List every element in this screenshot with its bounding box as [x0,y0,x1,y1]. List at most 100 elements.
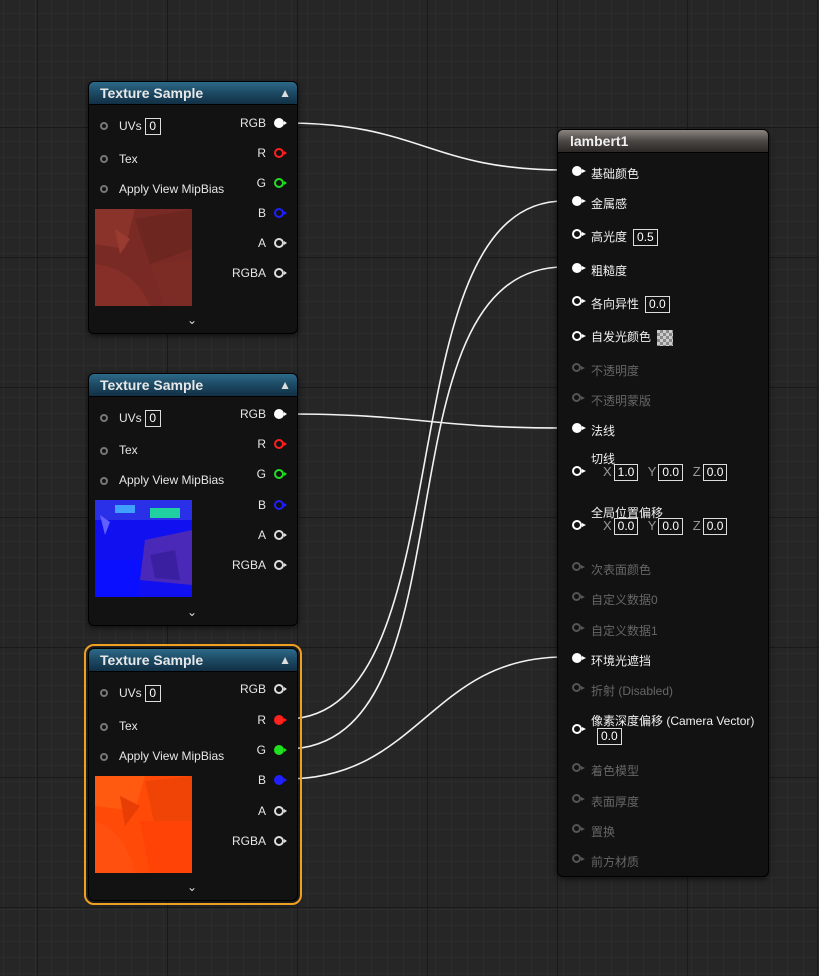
collapse-up-icon[interactable]: ▲ [279,649,291,671]
tex-input-pin[interactable] [100,447,108,455]
anisotropy-label-text: 各向异性 [591,297,640,311]
g-output-pin[interactable] [274,469,287,479]
b-output-pin[interactable] [274,208,287,218]
r-output-pin[interactable] [274,715,287,725]
opacity-mask-label: 不透明蒙版 [591,394,652,408]
wire-rgb-to-normal [285,413,565,429]
wpo-z-label: Z [692,518,701,533]
collapse-up-icon[interactable]: ▲ [279,374,291,396]
uvs-value-field[interactable]: 0 [144,685,161,702]
g-output-pin[interactable] [274,178,287,188]
wpo-vector-fields: X 0.0 Y 0.0 Z 0.0 [603,518,733,535]
wire-r-to-metallic [285,200,565,720]
uvs-input-pin[interactable] [100,414,108,422]
b-output-label: B [257,498,266,512]
anisotropy-input-pin[interactable] [572,296,586,306]
specular-value-field[interactable]: 0.5 [633,229,658,246]
mipbias-input-pin[interactable] [100,477,108,485]
opacity-label: 不透明度 [591,364,640,378]
tex-label: Tex [119,152,138,166]
expand-chevron-icon[interactable]: ⌄ [187,605,197,619]
normal-input-pin[interactable] [572,423,586,433]
rgb-output-label: RGB [239,116,266,130]
metallic-label: 金属感 [591,197,628,211]
r-output-pin[interactable] [274,148,287,158]
node-header[interactable]: Texture Sample ▲ [89,82,297,105]
wire-rgb-to-base-color [285,122,565,171]
wpo-input-pin[interactable] [572,520,586,530]
shading-model-label: 着色模型 [591,764,640,778]
a-output-pin[interactable] [274,806,287,816]
node-header[interactable]: Texture Sample ▲ [89,649,297,672]
g-output-label: G [256,743,266,757]
tex-input-pin[interactable] [100,723,108,731]
tangent-x-field[interactable]: 1.0 [613,464,639,481]
collapse-up-icon[interactable]: ▲ [279,82,291,104]
b-output-pin[interactable] [274,500,287,510]
base-color-label: 基础颜色 [591,167,640,181]
rgba-output-pin[interactable] [274,560,287,570]
ao-input-pin[interactable] [572,653,586,663]
rgb-output-label: RGB [239,407,266,421]
uvs-value-field[interactable]: 0 [144,410,161,427]
rgba-output-pin[interactable] [274,836,287,846]
roughness-input-pin[interactable] [572,263,586,273]
a-output-pin[interactable] [274,530,287,540]
mipbias-input-pin[interactable] [100,185,108,193]
wpo-x-field[interactable]: 0.0 [613,518,639,535]
rgb-output-pin[interactable] [274,118,287,128]
pdo-value-field[interactable]: 0.0 [597,728,622,745]
g-output-pin[interactable] [274,745,287,755]
tangent-x-label: X [603,464,612,479]
shading-model-input-pin [572,763,585,772]
b-output-pin[interactable] [274,775,287,785]
expand-chevron-icon[interactable]: ⌄ [187,880,197,894]
anisotropy-label: 各向异性 0.0 [591,295,670,313]
texture-sample-node-3[interactable]: Texture Sample ▲ UVs 0 Tex Apply View Mip… [84,644,302,905]
b-output-label: B [257,206,266,220]
refraction-input-pin [572,683,585,692]
rgb-output-pin[interactable] [274,409,287,419]
r-output-pin[interactable] [274,439,287,449]
emissive-color-swatch[interactable] [657,329,674,346]
uvs-input-pin[interactable] [100,122,108,130]
tangent-z-field[interactable]: 0.0 [702,464,728,481]
node-title: Texture Sample [100,652,204,668]
rgba-output-pin[interactable] [274,268,287,278]
displacement-input-pin [572,824,585,833]
uvs-label: UVs [119,119,142,133]
tangent-y-field[interactable]: 0.0 [658,464,684,481]
tex-input-pin[interactable] [100,155,108,163]
material-node-lambert1[interactable]: lambert1 基础颜色 金属感 高光度 0.5 粗糙度 各向异性 0.0 自发光… [557,129,769,877]
tangent-input-pin[interactable] [572,466,586,476]
wpo-y-label: Y [647,518,657,533]
r-output-label: R [257,146,266,160]
a-output-label: A [257,528,266,542]
texture-sample-node-2[interactable]: Texture Sample ▲ UVs 0 Tex Apply View Mip… [88,373,298,626]
uvs-value-field[interactable]: 0 [144,118,161,135]
base-color-input-pin[interactable] [572,166,586,176]
wpo-y-field[interactable]: 0.0 [658,518,684,535]
normal-label: 法线 [591,424,616,438]
mipbias-input-pin[interactable] [100,753,108,761]
specular-input-pin[interactable] [572,229,586,239]
a-output-label: A [257,236,266,250]
emissive-label-text: 自发光颜色 [591,330,652,344]
rgb-output-pin[interactable] [274,684,287,694]
tex-label: Tex [119,443,138,457]
node-header[interactable]: Texture Sample ▲ [89,374,297,397]
subsurface-input-pin [572,562,585,571]
anisotropy-value-field[interactable]: 0.0 [645,296,670,313]
texture-sample-node-1[interactable]: Texture Sample ▲ UVs 0 Tex Apply View Mip… [88,81,298,334]
pdo-input-pin[interactable] [572,724,586,734]
tangent-z-label: Z [692,464,701,479]
expand-chevron-icon[interactable]: ⌄ [187,313,197,327]
wpo-z-field[interactable]: 0.0 [702,518,728,535]
emissive-input-pin[interactable] [572,331,586,341]
uvs-input-pin[interactable] [100,689,108,697]
metallic-input-pin[interactable] [572,196,586,206]
custom0-input-pin [572,592,585,601]
a-output-pin[interactable] [274,238,287,248]
node-header[interactable]: lambert1 [558,130,768,153]
pdo-label: 像素深度偏移 (Camera Vector) [591,714,755,728]
